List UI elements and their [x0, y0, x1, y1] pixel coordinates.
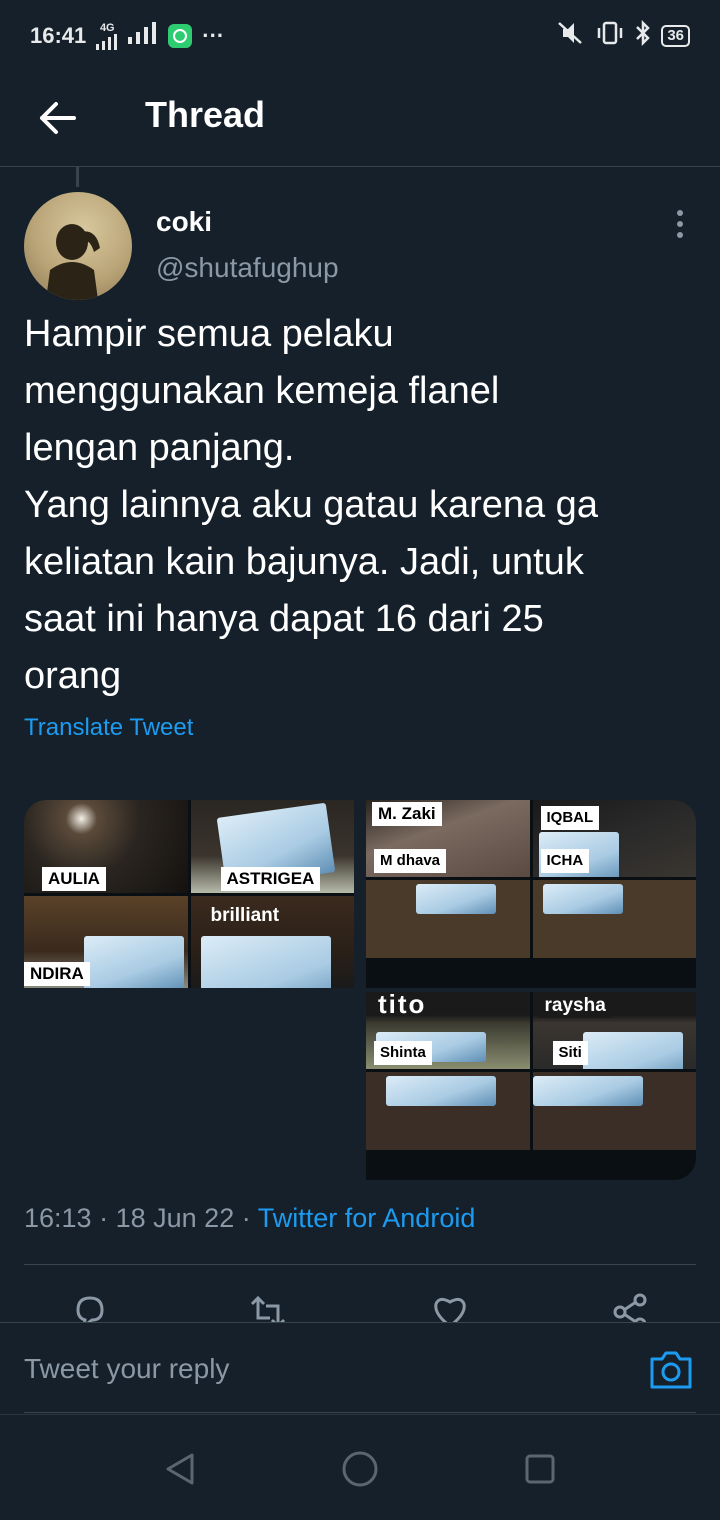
more-dot [677, 210, 683, 216]
photo-panel: ASTRIGEA [190, 800, 354, 893]
tweet-actions [0, 1282, 720, 1322]
back-button[interactable] [30, 90, 86, 146]
media-photo-2[interactable]: M. Zaki M dhava IQBAL ICHA [366, 800, 696, 988]
more-options-icon[interactable] [664, 204, 696, 244]
arrow-left-icon [40, 102, 76, 134]
display-name[interactable]: coki [156, 206, 212, 238]
reply-input[interactable] [24, 1323, 624, 1415]
signal-4g-icon: 4G [96, 22, 118, 50]
monitor-screen [532, 1076, 643, 1107]
tweet-source-link[interactable]: Twitter for Android [258, 1203, 476, 1233]
divider [24, 1264, 696, 1265]
photo-label: Shinta [374, 1041, 432, 1066]
signal-icon [128, 22, 158, 50]
page-title: Thread [145, 94, 266, 135]
photo-label: IQBAL [540, 806, 600, 830]
photo-label: Siti [552, 1041, 588, 1066]
photo-label: M. Zaki [372, 802, 442, 826]
monitor-screen [542, 884, 623, 915]
like-icon[interactable] [430, 1292, 470, 1322]
monitor-screen [84, 935, 184, 988]
more-dot [677, 221, 683, 227]
photo-label: M dhava [374, 849, 447, 874]
photo-panel: tito Shinta [366, 992, 530, 1070]
more-dot [677, 232, 683, 238]
meta-separator: · [99, 1203, 109, 1233]
photo-label: AULIA [42, 866, 106, 891]
monitor-screen [200, 935, 331, 988]
tweet-date: 18 Jun 22 [115, 1203, 235, 1233]
photo-label: tito [372, 992, 433, 1017]
photo-panel: M. Zaki M dhava [366, 800, 530, 878]
reply-bar [0, 1322, 720, 1415]
share-icon[interactable] [610, 1292, 650, 1322]
status-time: 16:41 [30, 23, 87, 48]
system-nav-bar [0, 1414, 720, 1520]
status-bar: 16:41 4G ··· 36 [0, 0, 720, 72]
avatar[interactable] [24, 192, 132, 300]
tweet-text: Hampir semua pelaku menggunakan kemeja f… [24, 313, 598, 697]
chat-app-icon [168, 24, 193, 48]
monitor-screen [386, 1076, 496, 1107]
photo-panel: raysha Siti [532, 992, 696, 1070]
app-bar: Thread [0, 72, 720, 167]
reply-icon[interactable] [70, 1292, 110, 1322]
photo-label: raysha [538, 994, 612, 1018]
tweet-time: 16:13 [24, 1203, 92, 1233]
photo-panel [532, 880, 696, 958]
camera-icon[interactable] [648, 1347, 694, 1391]
photo-panel [366, 1072, 530, 1150]
photo-panel: NDIRA [24, 895, 188, 988]
status-right: 36 [555, 19, 690, 53]
monitor-screen [582, 1032, 683, 1070]
photo-panel: AULIA [24, 800, 188, 893]
photo-panel [366, 880, 530, 958]
media-photo-4[interactable]: tito Shinta raysha Siti [366, 992, 696, 1180]
monitor-screen [416, 884, 496, 915]
photo-label: ICHA [540, 849, 590, 874]
status-left: 16:41 4G ··· [30, 22, 224, 50]
meta-separator: · [241, 1203, 251, 1233]
thread-connector-line [76, 167, 79, 187]
photo-label: brilliant [210, 904, 280, 926]
media-grid: AULIA ASTRIGEA NDIRA brilliant M. Zaki M… [24, 800, 696, 1180]
avatar-silhouette [46, 224, 100, 300]
photo-label: ASTRIGEA [220, 866, 321, 891]
media-photo-1[interactable]: AULIA ASTRIGEA NDIRA brilliant [24, 800, 354, 988]
divider [24, 1412, 696, 1413]
back-triangle-icon[interactable] [160, 1449, 200, 1489]
home-circle-icon[interactable] [340, 1449, 380, 1489]
tweet-meta: 16:13 · 18 Jun 22 · Twitter for Android [24, 1203, 475, 1234]
bluetooth-icon [635, 19, 651, 52]
photo-label: NDIRA [24, 962, 90, 986]
photo-panel [532, 1072, 696, 1150]
recents-square-icon[interactable] [520, 1449, 560, 1489]
retweet-icon[interactable] [248, 1292, 288, 1322]
status-ellipsis: ··· [202, 23, 225, 48]
battery-level: 36 [667, 27, 684, 44]
user-handle[interactable]: @shutafughup [156, 252, 339, 284]
photo-panel: IQBAL ICHA [532, 800, 696, 878]
vibrate-icon [595, 20, 625, 52]
mute-icon [555, 19, 585, 53]
photo-panel: brilliant [190, 895, 354, 988]
battery-icon: 36 [661, 25, 690, 47]
translate-tweet-link[interactable]: Translate Tweet [24, 714, 193, 742]
